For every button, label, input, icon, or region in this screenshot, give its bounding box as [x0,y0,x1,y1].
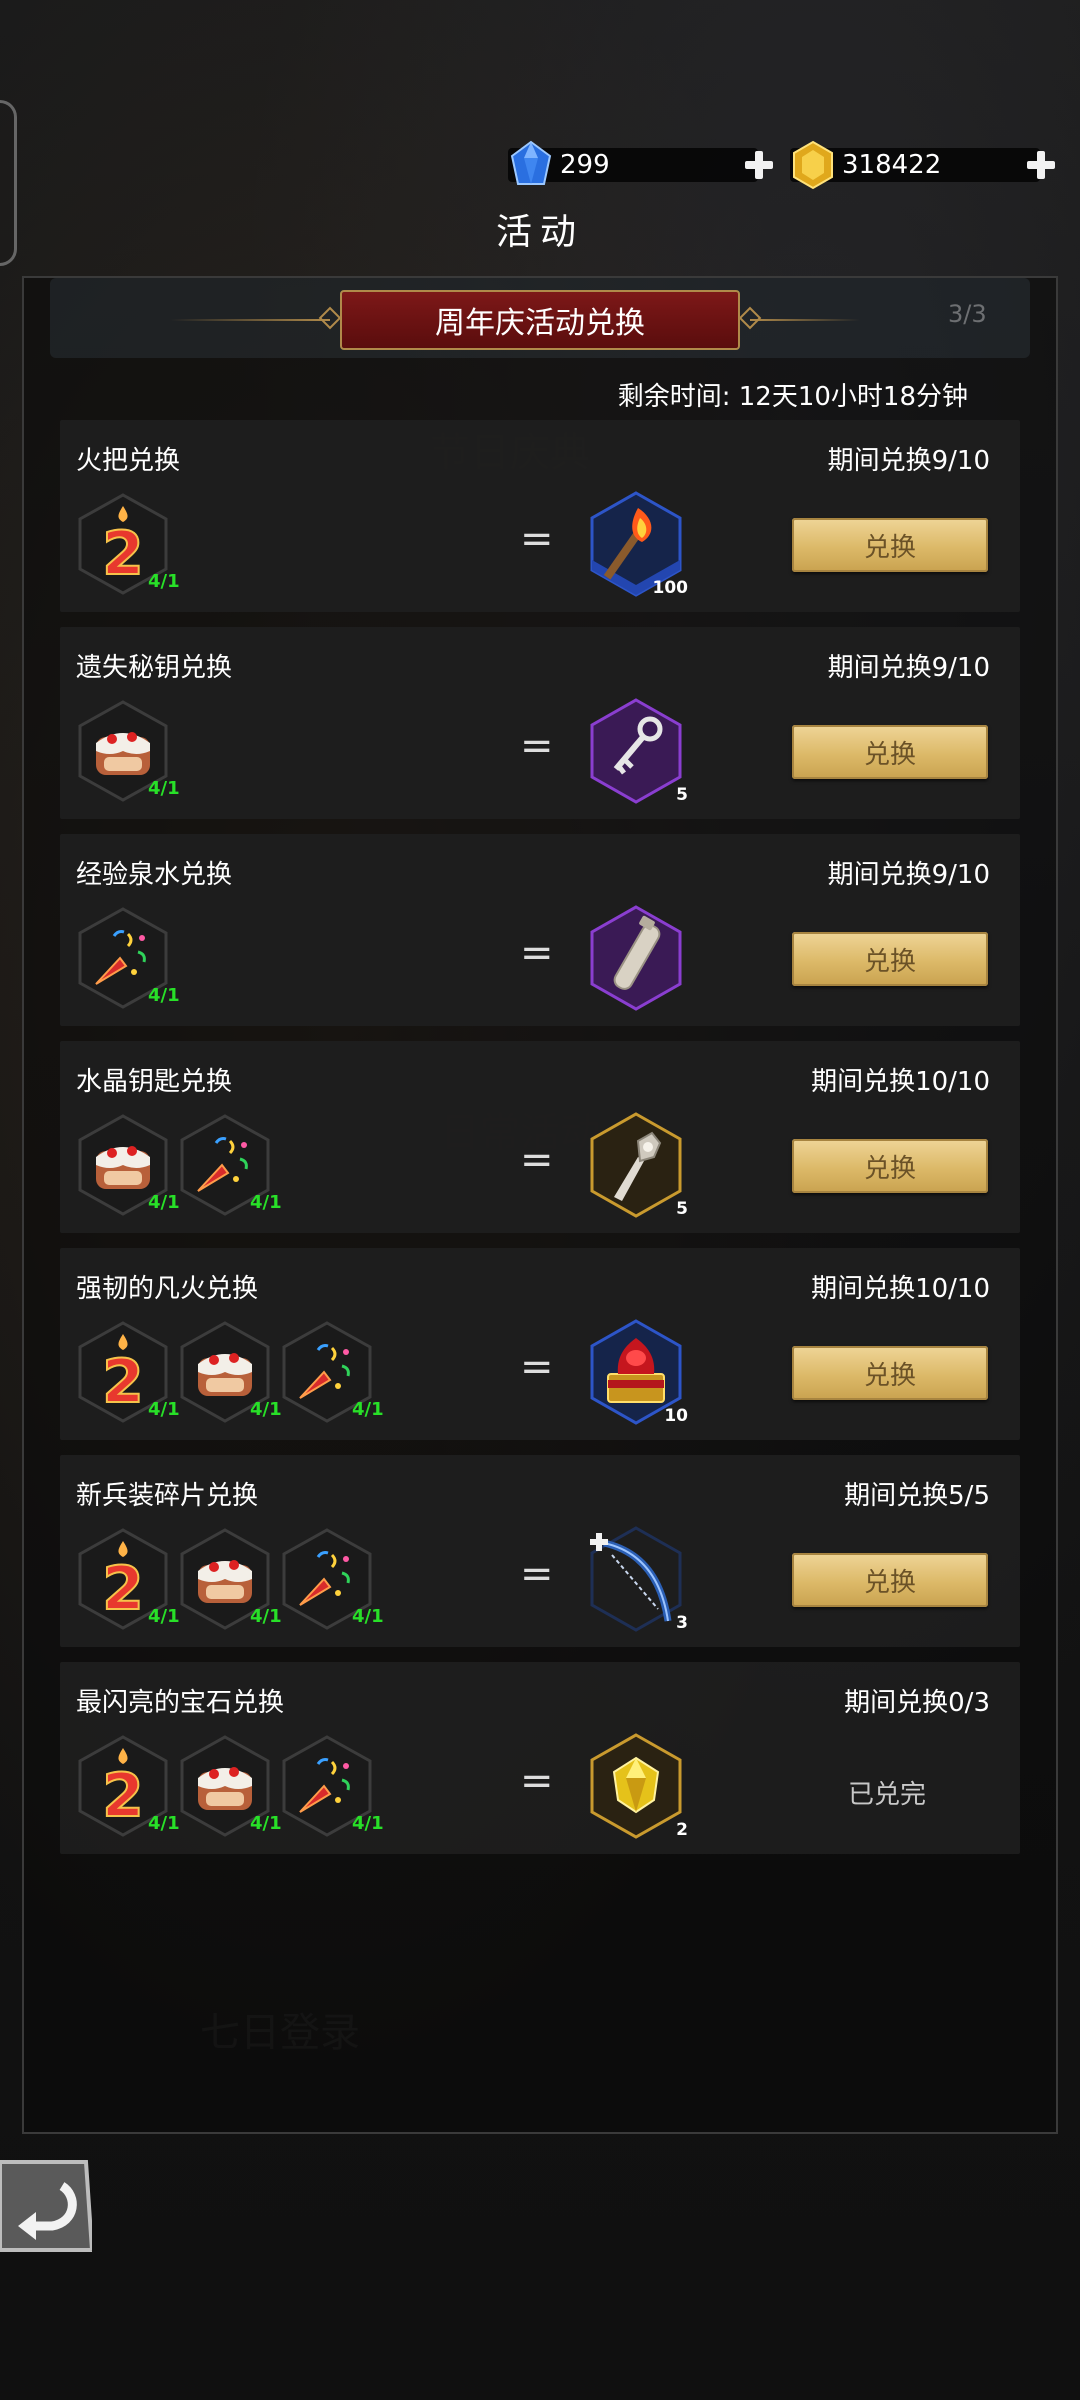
torch-icon[interactable]: 100 [588,490,688,598]
equals-sign: = [520,1344,554,1390]
candle-two-icon[interactable]: 4/1 [76,492,180,596]
add-diamond-button[interactable] [742,148,776,182]
page-indicator: 3/3 [948,300,987,328]
cost-quantity: 4/1 [148,1399,180,1420]
cost-quantity: 4/1 [148,778,180,799]
panel-title: 周年庆活动兑换 [340,290,740,350]
party-popper-icon[interactable]: 4/1 [280,1320,384,1424]
decor-line-left [170,319,330,321]
equals-sign: = [520,1551,554,1597]
equals-sign: = [520,516,554,562]
exchange-button[interactable]: 兑换 [792,1139,988,1193]
fire-chest-icon[interactable]: 10 [588,1318,688,1426]
row-title: 最闪亮的宝石兑换 [76,1688,285,1718]
party-popper-icon[interactable]: 4/1 [178,1113,282,1217]
row-title: 强韧的凡火兑换 [76,1274,259,1304]
exchange-button[interactable]: 兑换 [792,518,988,572]
cost-quantity: 4/1 [352,1399,384,1420]
cost-quantity: 4/1 [352,1813,384,1834]
exchange-limit: 期间兑换0/3 [844,1688,990,1718]
row-title: 遗失秘钥兑换 [76,653,233,683]
yellow-gem-icon[interactable]: 2 [588,1732,688,1840]
exchange-limit: 期间兑换9/10 [827,446,990,476]
cake-icon[interactable]: 4/1 [76,1113,180,1217]
equals-sign: = [520,1758,554,1804]
decor-line-right [750,319,860,321]
cake-icon[interactable]: 4/1 [178,1527,282,1631]
diamond-counter: 299 [508,140,758,188]
reward-count: 10 [664,1406,688,1426]
cake-icon[interactable]: 4/1 [76,699,180,803]
cost-quantity: 4/1 [148,1192,180,1213]
candle-two-icon[interactable]: 4/1 [76,1320,180,1424]
cost-quantity: 4/1 [250,1399,282,1420]
equals-sign: = [520,723,554,769]
reward-count: 3 [676,1613,688,1633]
party-popper-icon[interactable]: 4/1 [280,1734,384,1838]
exchange-row: 遗失秘钥兑换 期间兑换9/10 4/1 = 5 兑换 [60,627,1020,819]
cost-quantity: 4/1 [148,1813,180,1834]
gold-coin-icon [793,140,833,190]
equals-sign: = [520,930,554,976]
exchange-button[interactable]: 兑换 [792,1553,988,1607]
completed-label: 已兑完 [848,1780,927,1810]
exchange-row: 最闪亮的宝石兑换 期间兑换0/3 4/1 4/1 4/1 = 2 已兑完 [60,1662,1020,1854]
cost-quantity: 4/1 [148,985,180,1006]
exchange-limit: 期间兑换9/10 [827,860,990,890]
exchange-button[interactable]: 兑换 [792,932,988,986]
remaining-time: 剩余时间: 12天10小时18分钟 [617,382,968,412]
cost-quantity: 4/1 [352,1606,384,1627]
exchange-limit: 期间兑换10/10 [811,1067,990,1097]
cost-quantity: 4/1 [148,571,180,592]
exchange-row: 强韧的凡火兑换 期间兑换10/10 4/1 4/1 4/1 = 10 兑换 [60,1248,1020,1440]
back-arrow-icon[interactable] [0,2156,92,2256]
exchange-limit: 期间兑换9/10 [827,653,990,683]
cake-icon[interactable]: 4/1 [178,1734,282,1838]
party-popper-icon[interactable]: 4/1 [76,906,180,1010]
row-title: 水晶钥匙兑换 [76,1067,233,1097]
window-title: 活动 [495,212,584,253]
scroll-vial-icon[interactable] [588,904,684,1012]
reward-count: 100 [652,578,689,598]
equals-sign: = [520,1137,554,1183]
crystal-key-icon[interactable]: 5 [588,1111,688,1219]
candle-two-icon[interactable]: 4/1 [76,1527,180,1631]
exchange-row: 新兵装碎片兑换 期间兑换5/5 4/1 4/1 4/1 = 3 兑换 [60,1455,1020,1647]
reward-count: 5 [676,1199,688,1219]
reward-count: 2 [676,1820,688,1840]
candle-two-icon[interactable]: 4/1 [76,1734,180,1838]
blue-diamond-icon [510,140,552,185]
cost-quantity: 4/1 [250,1606,282,1627]
exchange-limit: 期间兑换10/10 [811,1274,990,1304]
exchange-limit: 期间兑换5/5 [844,1481,990,1511]
gold-counter: 318422 [790,140,1040,190]
exchange-button[interactable]: 兑换 [792,725,988,779]
key-icon[interactable]: 5 [588,697,688,805]
exchange-button[interactable]: 兑换 [792,1346,988,1400]
row-title: 新兵装碎片兑换 [76,1481,259,1511]
add-gold-button[interactable] [1024,148,1058,182]
cost-quantity: 4/1 [148,1606,180,1627]
row-title: 火把兑换 [76,446,181,476]
row-title: 经验泉水兑换 [76,860,233,890]
party-popper-icon[interactable]: 4/1 [280,1527,384,1631]
exchange-row: 经验泉水兑换 期间兑换9/10 4/1 = 兑换 [60,834,1020,1026]
cost-quantity: 4/1 [250,1192,282,1213]
exchange-row: 火把兑换 期间兑换9/10 4/1 = 100 兑换 [60,420,1020,612]
crossbow-fragment-icon[interactable]: 3 [588,1525,688,1633]
cake-icon[interactable]: 4/1 [178,1320,282,1424]
reward-count: 5 [676,785,688,805]
cost-quantity: 4/1 [250,1813,282,1834]
exchange-row: 水晶钥匙兑换 期间兑换10/10 4/1 4/1 = 5 兑换 [60,1041,1020,1233]
